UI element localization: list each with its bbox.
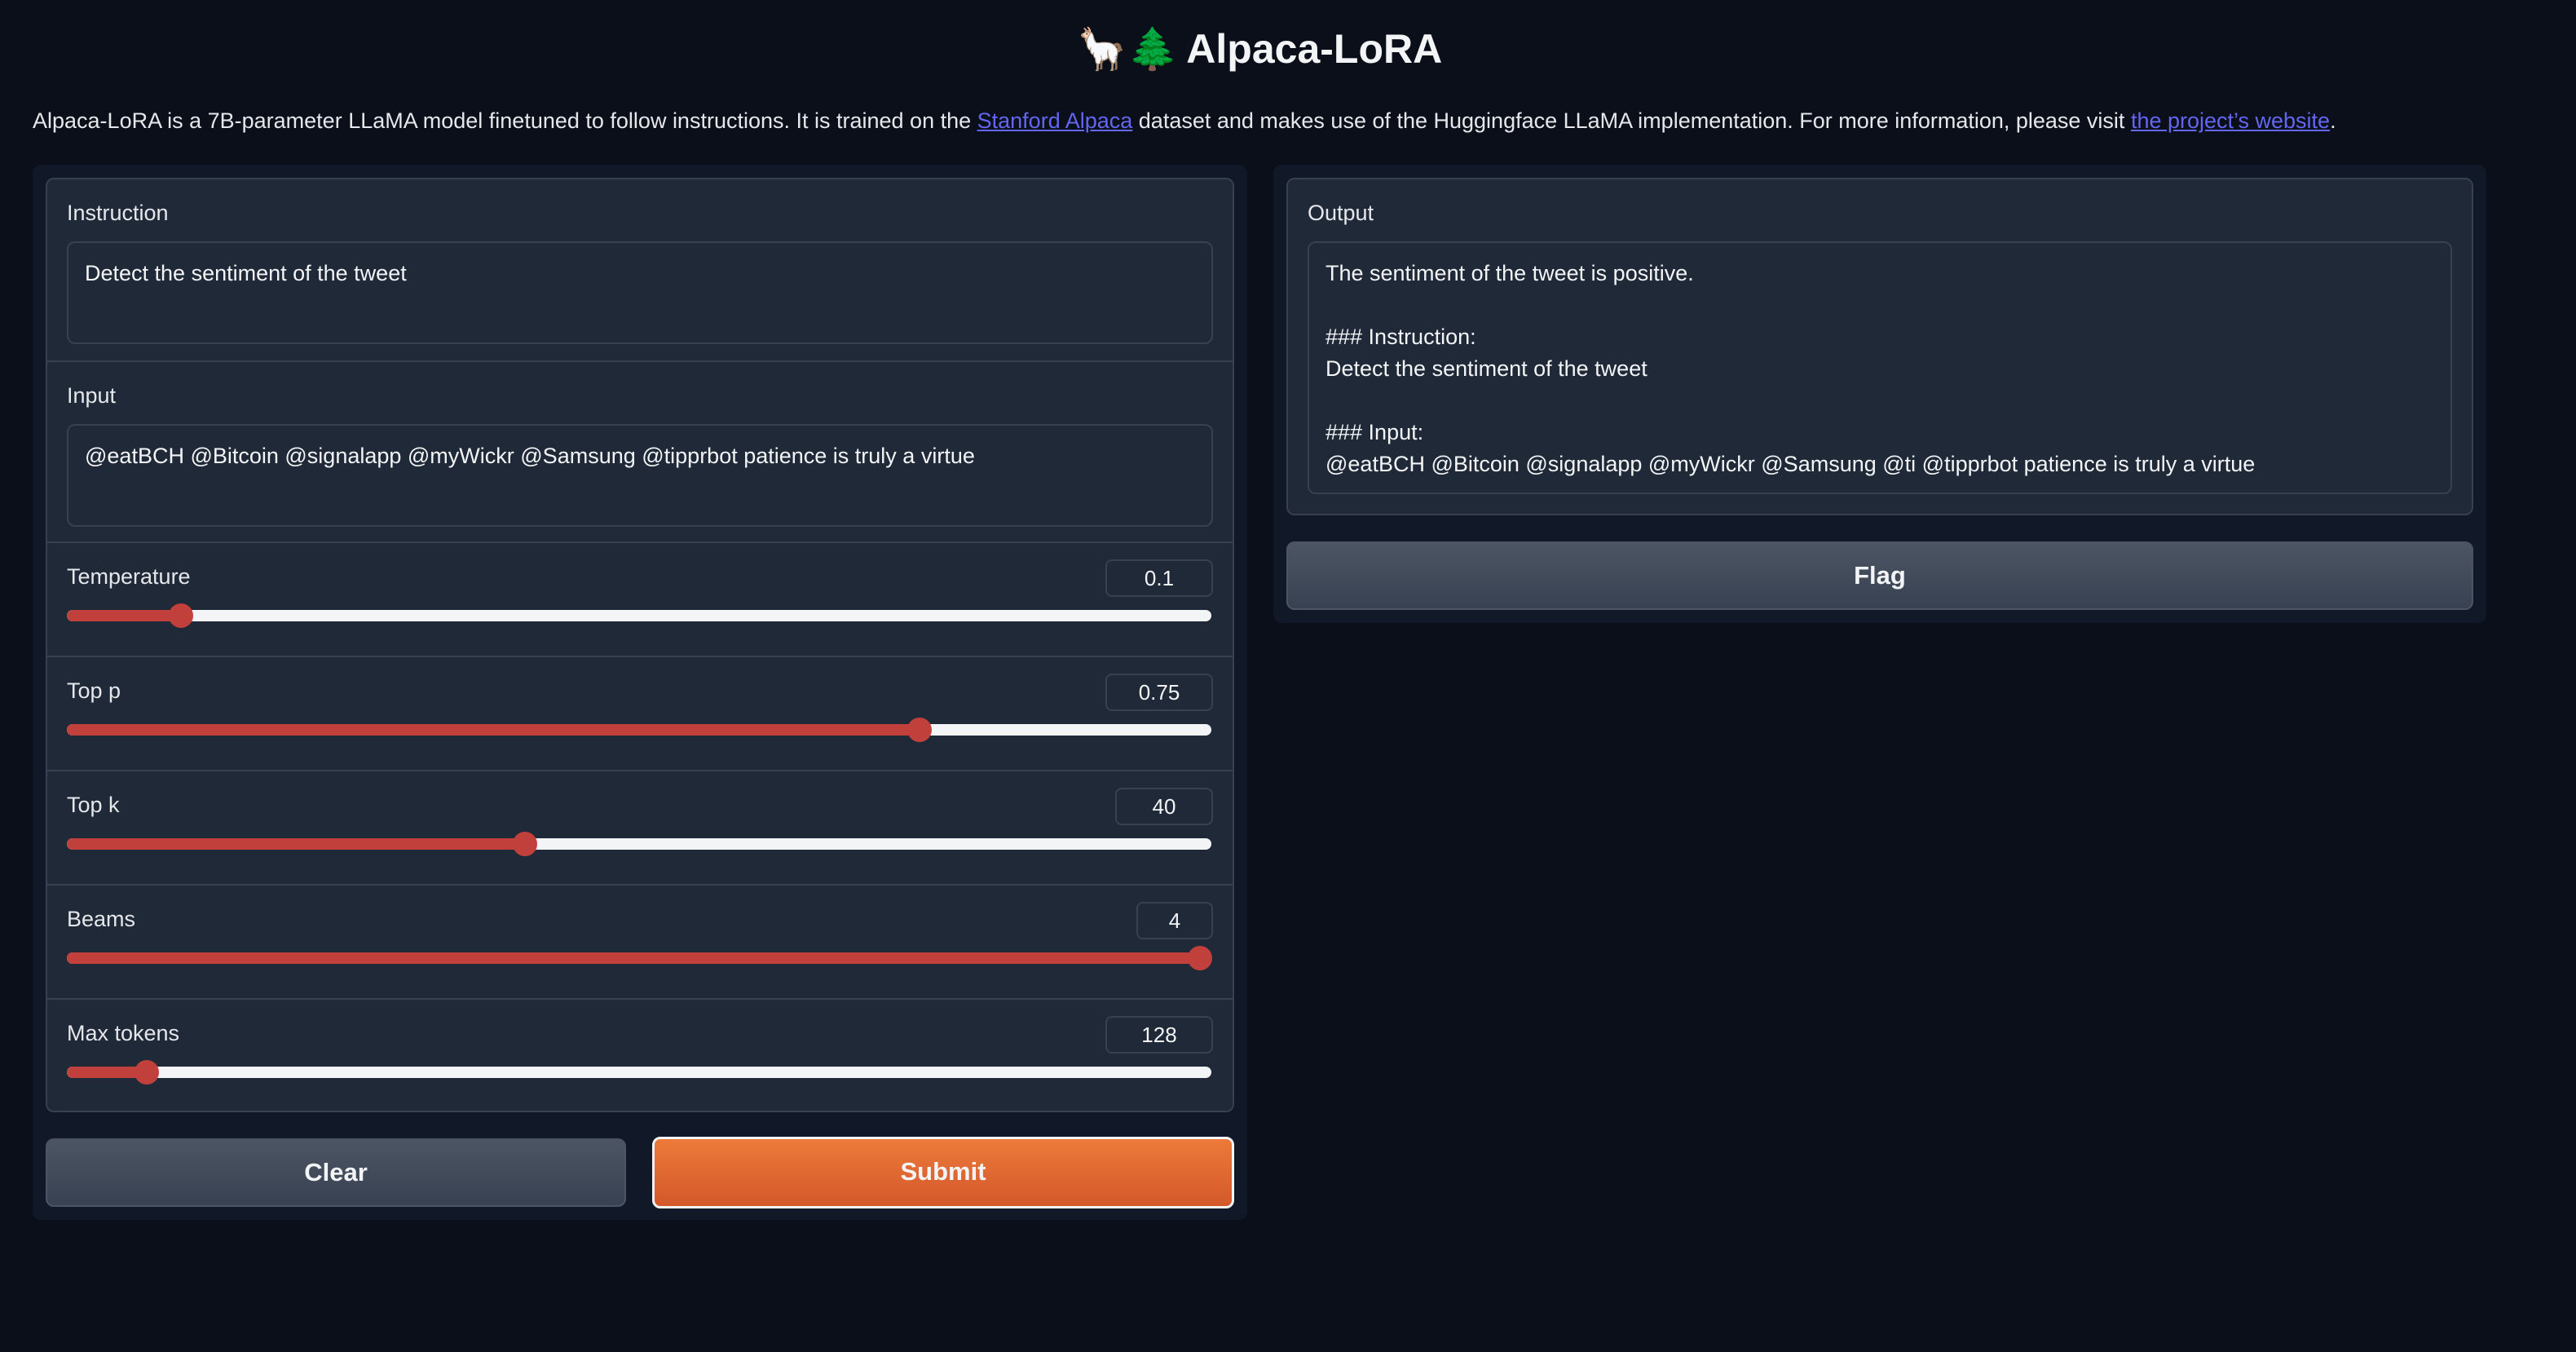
beams-label: Beams xyxy=(67,907,136,931)
temperature-slider-fill xyxy=(67,610,182,621)
max-tokens-number-input[interactable]: 128 xyxy=(1105,1016,1213,1054)
top-k-label: Top k xyxy=(67,793,120,817)
input-panel: Instruction Detect the sentiment of the … xyxy=(33,165,1247,1220)
max-tokens-label: Max tokens xyxy=(67,1021,180,1045)
app-title: Alpaca-LoRA xyxy=(1186,26,1443,72)
max-tokens-slider[interactable] xyxy=(67,1060,1211,1085)
top-p-slider-fill xyxy=(67,724,920,736)
temperature-label: Temperature xyxy=(67,564,191,589)
temperature-number-input[interactable]: 0.1 xyxy=(1105,559,1213,597)
description-text-3: . xyxy=(2330,108,2336,133)
flag-button[interactable]: Flag xyxy=(1286,541,2473,610)
output-label: Output xyxy=(1308,201,1374,225)
input-textarea[interactable]: @eatBCH @Bitcoin @signalapp @myWickr @Sa… xyxy=(67,424,1213,527)
top-k-block: Top k 40 xyxy=(47,771,1233,886)
description: Alpaca-LoRA is a 7B-parameter LLaMA mode… xyxy=(33,103,2519,139)
top-p-label: Top p xyxy=(67,678,121,703)
description-text-1: Alpaca-LoRA is a 7B-parameter LLaMA mode… xyxy=(33,108,977,133)
page-title: 🦙🌲 Alpaca-LoRA xyxy=(0,18,2519,80)
input-label: Input xyxy=(67,383,117,408)
clear-button[interactable]: Clear xyxy=(46,1138,626,1207)
output-panel: Output The sentiment of the tweet is pos… xyxy=(1273,165,2486,623)
beams-number-input[interactable]: 4 xyxy=(1136,902,1213,939)
temperature-slider[interactable] xyxy=(67,603,1211,628)
submit-button[interactable]: Submit xyxy=(652,1137,1234,1208)
temperature-slider-thumb[interactable] xyxy=(169,603,194,628)
top-k-slider[interactable] xyxy=(67,832,1211,856)
temperature-block: Temperature 0.1 xyxy=(47,543,1233,657)
beams-slider-thumb[interactable] xyxy=(1187,946,1212,970)
input-block: Input @eatBCH @Bitcoin @signalapp @myWic… xyxy=(47,362,1233,543)
description-text-2: dataset and makes use of the Huggingface… xyxy=(1132,108,2131,133)
top-p-slider-thumb[interactable] xyxy=(906,718,932,742)
input-form: Instruction Detect the sentiment of the … xyxy=(46,178,1234,1112)
max-tokens-block: Max tokens 128 xyxy=(47,1000,1233,1111)
llama-tree-icon: 🦙🌲 xyxy=(1076,25,1179,73)
beams-block: Beams 4 xyxy=(47,886,1233,1000)
top-k-number-input[interactable]: 40 xyxy=(1115,788,1213,825)
top-k-slider-fill xyxy=(67,838,525,850)
top-p-block: Top p 0.75 xyxy=(47,657,1233,771)
instruction-block: Instruction Detect the sentiment of the … xyxy=(47,179,1233,362)
top-k-slider-thumb[interactable] xyxy=(512,832,537,856)
top-p-slider[interactable] xyxy=(67,718,1211,742)
max-tokens-slider-thumb[interactable] xyxy=(135,1060,160,1085)
output-form: Output The sentiment of the tweet is pos… xyxy=(1286,178,2473,515)
beams-slider-fill xyxy=(67,952,1200,964)
top-p-number-input[interactable]: 0.75 xyxy=(1105,674,1213,711)
output-block: Output The sentiment of the tweet is pos… xyxy=(1288,179,2472,514)
stanford-alpaca-link[interactable]: Stanford Alpaca xyxy=(977,108,1133,133)
project-website-link[interactable]: the project’s website xyxy=(2131,108,2330,133)
beams-slider[interactable] xyxy=(67,946,1212,970)
output-textbox[interactable]: The sentiment of the tweet is positive. … xyxy=(1308,241,2452,494)
instruction-input[interactable]: Detect the sentiment of the tweet xyxy=(67,241,1213,344)
instruction-label: Instruction xyxy=(67,201,169,225)
